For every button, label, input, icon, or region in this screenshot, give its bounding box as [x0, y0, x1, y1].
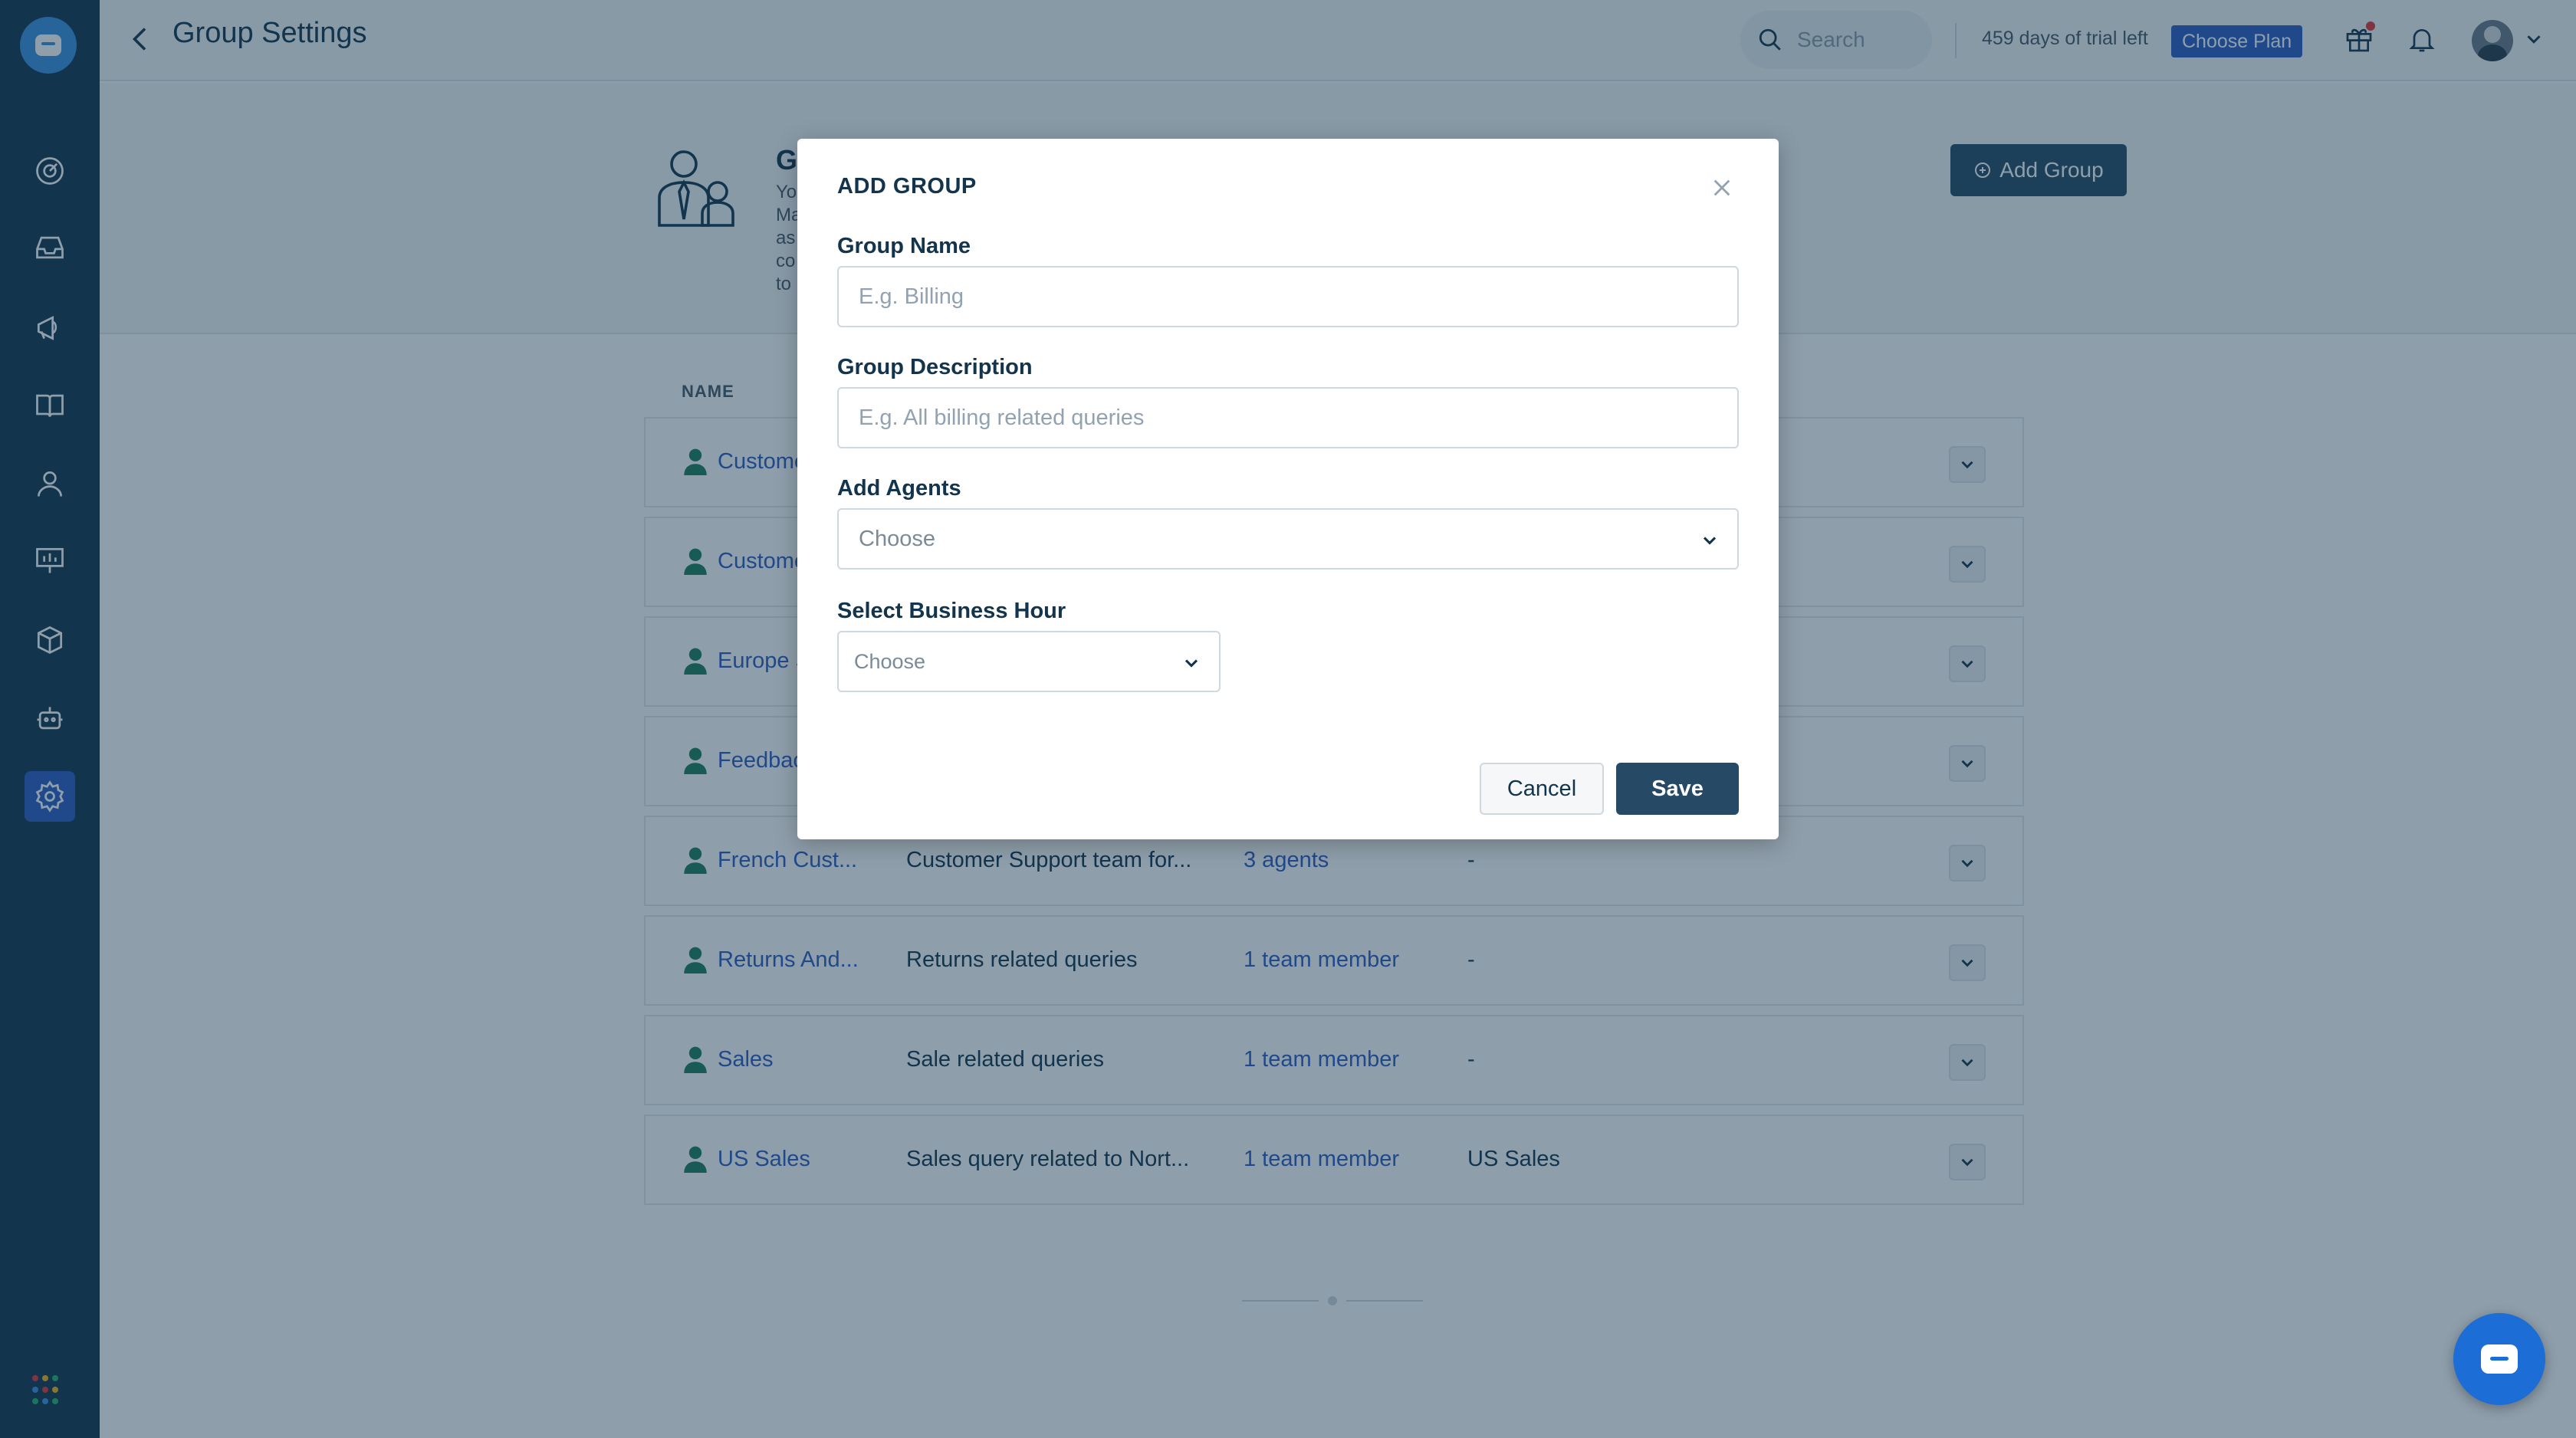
modal-title: ADD GROUP [837, 174, 977, 199]
group-description-label: Group Description [837, 355, 1033, 379]
business-hour-label: Select Business Hour [837, 599, 1066, 623]
add-agents-value: Choose [859, 526, 935, 551]
close-icon [1714, 179, 1730, 196]
save-button[interactable]: Save [1616, 763, 1739, 815]
group-name-label: Group Name [837, 234, 971, 258]
add-agents-select[interactable]: Choose [837, 508, 1739, 570]
group-description-input[interactable] [837, 387, 1739, 448]
add-agents-label: Add Agents [837, 476, 961, 501]
cancel-button[interactable]: Cancel [1480, 763, 1604, 815]
chevron-down-icon [1184, 659, 1198, 668]
group-name-input[interactable] [837, 266, 1739, 327]
chevron-down-icon [1703, 537, 1717, 545]
business-hour-select[interactable]: Choose [837, 631, 1221, 692]
add-group-modal: ADD GROUP Group Name Group Description A… [797, 139, 1779, 839]
chat-widget-button[interactable] [2453, 1313, 2545, 1405]
close-button[interactable] [1700, 166, 1743, 209]
chat-bubble-icon [2481, 1344, 2518, 1374]
business-hour-value: Choose [854, 649, 926, 673]
